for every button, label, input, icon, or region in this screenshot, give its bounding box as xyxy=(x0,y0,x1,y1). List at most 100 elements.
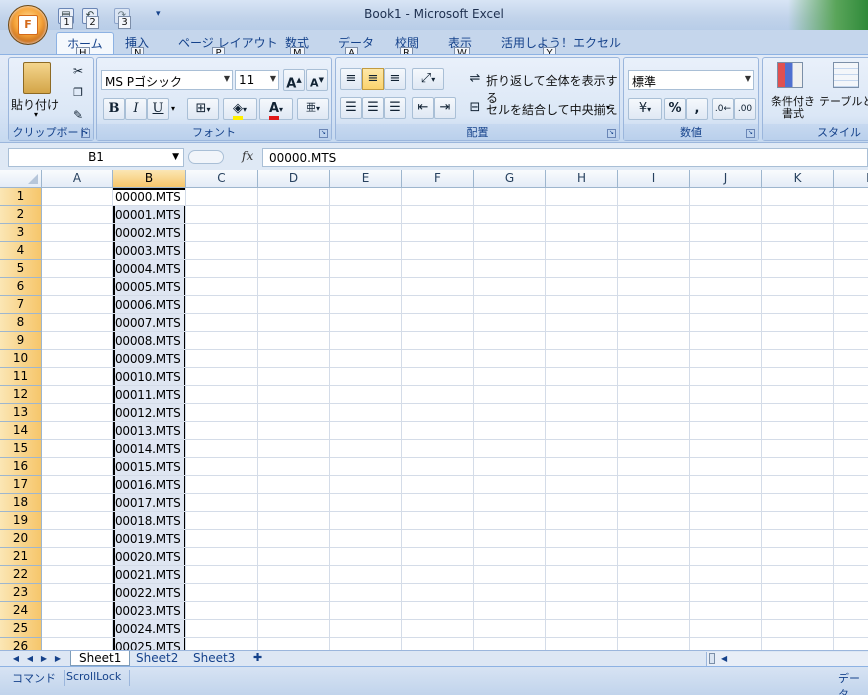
sheet-tab-1[interactable]: Sheet1 xyxy=(70,651,131,666)
row-header-24[interactable]: 24 xyxy=(0,602,42,620)
row-header-8[interactable]: 8 xyxy=(0,314,42,332)
phonetic-icon[interactable]: 亜▾ xyxy=(297,98,329,120)
row-header-18[interactable]: 18 xyxy=(0,494,42,512)
insert-function-icon[interactable]: fx xyxy=(242,149,253,163)
font-color-icon[interactable]: A▾ xyxy=(259,98,293,120)
row-header-25[interactable]: 25 xyxy=(0,620,42,638)
orientation-icon[interactable]: ⤢▾ xyxy=(412,68,444,90)
cell-b12[interactable]: 00011.MTS xyxy=(115,386,185,404)
row-header-26[interactable]: 26 xyxy=(0,638,42,650)
paste-dropdown-icon[interactable]: ▾ xyxy=(34,110,38,119)
merge-center-button[interactable]: セルを結合して中央揃え xyxy=(486,101,618,118)
bold-button[interactable]: B xyxy=(103,98,125,120)
underline-button[interactable]: U xyxy=(147,98,169,120)
column-header-h[interactable]: H xyxy=(546,170,618,188)
cell-b1[interactable]: 00000.MTS xyxy=(115,188,185,206)
number-format-combo[interactable]: 標準 ▼ xyxy=(628,70,754,90)
align-center-icon[interactable]: ☰ xyxy=(362,97,384,119)
column-header-g[interactable]: G xyxy=(474,170,546,188)
conditional-format-icon[interactable] xyxy=(777,62,803,88)
row-header-7[interactable]: 7 xyxy=(0,296,42,314)
cell-b9[interactable]: 00008.MTS xyxy=(115,332,185,350)
cell-b21[interactable]: 00020.MTS xyxy=(115,548,185,566)
cell-b2[interactable]: 00001.MTS xyxy=(115,206,185,224)
cell-b5[interactable]: 00004.MTS xyxy=(115,260,185,278)
cell-b23[interactable]: 00022.MTS xyxy=(115,584,185,602)
row-header-14[interactable]: 14 xyxy=(0,422,42,440)
column-header-b[interactable]: B xyxy=(113,170,186,188)
cell-b15[interactable]: 00014.MTS xyxy=(115,440,185,458)
row-header-9[interactable]: 9 xyxy=(0,332,42,350)
first-sheet-icon[interactable]: ◀ xyxy=(10,652,22,665)
copy-icon[interactable]: ❐ xyxy=(67,82,89,104)
row-header-13[interactable]: 13 xyxy=(0,404,42,422)
qat-customize-icon[interactable]: ▾ xyxy=(156,9,161,19)
fill-color-icon[interactable]: ◈▾ xyxy=(223,98,257,120)
sheet-tab-2[interactable]: Sheet2 xyxy=(128,651,186,666)
percent-button[interactable]: % xyxy=(664,98,686,120)
row-header-6[interactable]: 6 xyxy=(0,278,42,296)
cell-b24[interactable]: 00023.MTS xyxy=(115,602,185,620)
column-header-f[interactable]: F xyxy=(402,170,474,188)
name-box[interactable]: B1 ▼ xyxy=(8,148,184,167)
column-header-d[interactable]: D xyxy=(258,170,330,188)
cut-icon[interactable]: ✂ xyxy=(67,60,89,82)
accounting-format-icon[interactable]: ¥▾ xyxy=(628,98,662,120)
row-header-3[interactable]: 3 xyxy=(0,224,42,242)
cell-b26[interactable]: 00025.MTS xyxy=(115,638,185,650)
grow-font-icon[interactable]: A▲ xyxy=(283,69,305,91)
scrollbar-split-handle[interactable] xyxy=(709,653,715,664)
row-header-17[interactable]: 17 xyxy=(0,476,42,494)
align-top-icon[interactable]: ≡ xyxy=(340,68,362,90)
align-bottom-icon[interactable]: ≡ xyxy=(384,68,406,90)
row-header-19[interactable]: 19 xyxy=(0,512,42,530)
next-sheet-icon[interactable]: ▶ xyxy=(38,652,50,665)
cell-b25[interactable]: 00024.MTS xyxy=(115,620,185,638)
column-header-c[interactable]: C xyxy=(186,170,258,188)
prev-sheet-icon[interactable]: ◀ xyxy=(24,652,36,665)
formula-input[interactable]: 00000.MTS xyxy=(262,148,868,167)
wrap-text-icon[interactable]: ⇌ xyxy=(464,68,486,90)
cell-b11[interactable]: 00010.MTS xyxy=(115,368,185,386)
row-header-21[interactable]: 21 xyxy=(0,548,42,566)
column-header-e[interactable]: E xyxy=(330,170,402,188)
insert-sheet-icon[interactable]: ✚ xyxy=(245,651,270,666)
column-header-a[interactable]: A xyxy=(42,170,113,188)
row-header-16[interactable]: 16 xyxy=(0,458,42,476)
cell-b16[interactable]: 00015.MTS xyxy=(115,458,185,476)
merge-center-icon[interactable]: ⊟ xyxy=(464,97,486,119)
shrink-font-icon[interactable]: A▼ xyxy=(306,69,328,91)
format-painter-icon[interactable]: ✎ xyxy=(67,104,89,126)
cell-b14[interactable]: 00013.MTS xyxy=(115,422,185,440)
tab-custom[interactable]: 活用しよう！エクセル xyxy=(501,34,621,51)
merge-dropdown-icon[interactable]: ▾ xyxy=(606,103,610,112)
cell-b4[interactable]: 00003.MTS xyxy=(115,242,185,260)
row-header-5[interactable]: 5 xyxy=(0,260,42,278)
row-header-1[interactable]: 1 xyxy=(0,188,42,206)
row-header-10[interactable]: 10 xyxy=(0,350,42,368)
format-as-table-button[interactable]: テーブルとして書式設定 xyxy=(819,96,868,108)
cell-b3[interactable]: 00002.MTS xyxy=(115,224,185,242)
scroll-left-icon[interactable]: ◀ xyxy=(721,654,727,663)
underline-dropdown-icon[interactable]: ▾ xyxy=(171,104,175,113)
cell-b8[interactable]: 00007.MTS xyxy=(115,314,185,332)
row-header-22[interactable]: 22 xyxy=(0,566,42,584)
conditional-format-button[interactable]: 条件付き書式 xyxy=(767,96,819,120)
column-header-i[interactable]: I xyxy=(618,170,690,188)
decrease-indent-icon[interactable]: ⇤ xyxy=(412,97,434,119)
font-size-combo[interactable]: 11 ▼ xyxy=(235,70,279,90)
column-header-j[interactable]: J xyxy=(690,170,762,188)
row-header-4[interactable]: 4 xyxy=(0,242,42,260)
row-header-12[interactable]: 12 xyxy=(0,386,42,404)
row-header-23[interactable]: 23 xyxy=(0,584,42,602)
tab-page-layout[interactable]: ページ レイアウト xyxy=(178,34,278,51)
cell-b10[interactable]: 00009.MTS xyxy=(115,350,185,368)
cell-b6[interactable]: 00005.MTS xyxy=(115,278,185,296)
cell-b18[interactable]: 00017.MTS xyxy=(115,494,185,512)
format-as-table-icon[interactable] xyxy=(833,62,859,88)
formula-expand-icon[interactable] xyxy=(188,150,224,164)
row-header-20[interactable]: 20 xyxy=(0,530,42,548)
number-launcher-icon[interactable]: ↘ xyxy=(746,129,755,138)
font-launcher-icon[interactable]: ↘ xyxy=(319,129,328,138)
last-sheet-icon[interactable]: ▶ xyxy=(52,652,64,665)
